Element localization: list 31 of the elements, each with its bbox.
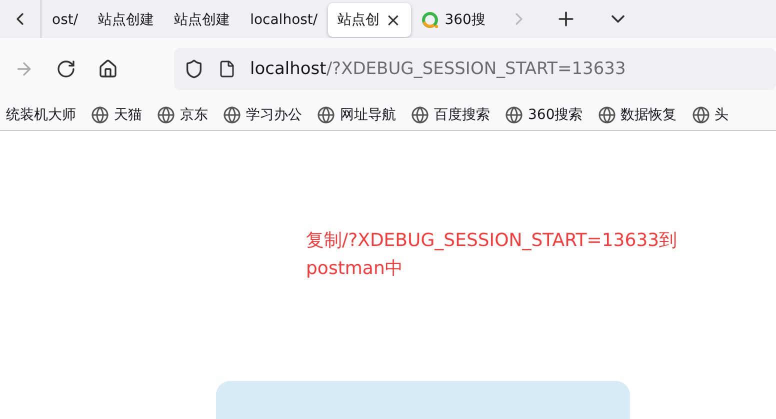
browser-tab[interactable]: ost/: [42, 3, 88, 37]
bookmark-item[interactable]: 学习办公: [223, 106, 302, 124]
bookmark-item[interactable]: 网址导航: [317, 106, 396, 124]
browser-tab[interactable]: 站点创建: [164, 3, 240, 37]
reload-icon[interactable]: [56, 59, 76, 79]
browser-tab[interactable]: 360搜: [410, 3, 496, 37]
bookmark-item[interactable]: 京东: [157, 106, 208, 124]
bookmark-item[interactable]: 统装机大师: [6, 106, 76, 124]
browser-tab[interactable]: 站点创建: [88, 3, 164, 37]
globe-icon: [91, 106, 109, 124]
globe-icon: [598, 106, 616, 124]
globe-icon: [692, 106, 710, 124]
globe-icon: [223, 106, 241, 124]
address-field[interactable]: localhost/?XDEBUG_SESSION_START=13633: [174, 48, 776, 90]
browser-tab[interactable]: localhost/: [240, 3, 328, 37]
globe-icon: [317, 106, 335, 124]
globe-icon: [505, 106, 523, 124]
search-logo-icon: [420, 11, 439, 29]
bookmark-item[interactable]: 百度搜索: [411, 106, 490, 124]
shield-icon: [184, 59, 204, 79]
browser-tab[interactable]: 站点创 ×: [328, 3, 411, 37]
globe-icon: [157, 106, 175, 124]
home-icon[interactable]: [98, 59, 118, 79]
bookmark-item[interactable]: 360搜索: [505, 106, 583, 124]
bookmark-item[interactable]: 数据恢复: [598, 106, 677, 124]
globe-icon: [411, 106, 429, 124]
annotation-text: 复制/?XDEBUG_SESSION_START=13633到postman中: [306, 229, 678, 281]
bookmark-item[interactable]: 头: [692, 106, 729, 124]
bookmark-item[interactable]: 天猫: [91, 106, 142, 124]
page-icon: [218, 60, 236, 78]
close-tab-button[interactable]: ×: [386, 10, 401, 30]
